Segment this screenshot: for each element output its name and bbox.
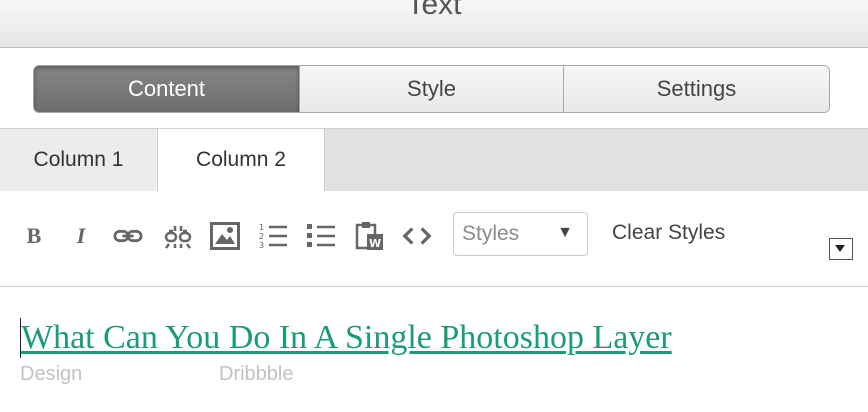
svg-text:W: W [369,237,381,250]
chevron-down-icon [835,245,845,252]
source-code-icon [402,227,432,245]
headline-link[interactable]: What Can You Do In A Single Photoshop La… [21,319,672,357]
segment-style[interactable]: Style [300,66,564,112]
italic-icon: I [76,223,86,248]
editor-content[interactable]: What Can You Do In A Single Photoshop La… [0,287,868,412]
bold-button[interactable]: B [19,221,49,251]
toolbar-collapse-dropdown[interactable] [829,238,853,260]
window-titlebar: Text [0,0,868,48]
meta-source: Dribbble [219,363,294,385]
link-icon [113,229,143,243]
image-button[interactable] [210,221,240,251]
clear-styles-button[interactable]: Clear Styles [612,221,725,245]
tab-column-1[interactable]: Column 1 [0,129,158,191]
svg-text:2: 2 [259,232,264,241]
unlink-icon [164,226,192,249]
styles-select-value: Styles [462,222,520,245]
unordered-list-button[interactable] [306,221,336,251]
paste-from-word-icon: W [355,222,383,250]
bold-icon: B [26,223,42,248]
meta-category: Design [20,363,83,385]
link-button[interactable] [113,221,143,251]
column-tabs: Column 1 Column 2 [0,128,868,192]
styles-select[interactable]: Styles ▼ [453,212,588,256]
segment-bar: Content Style Settings [0,48,868,128]
segment-settings[interactable]: Settings [564,66,829,112]
paste-from-word-button[interactable]: W [355,221,385,251]
image-icon [210,222,240,250]
window-title: Text [406,0,462,21]
unlink-button[interactable] [163,221,193,251]
segmented-control: Content Style Settings [33,65,830,113]
ordered-list-button[interactable]: 1 2 3 [258,221,288,251]
svg-text:1: 1 [259,223,264,232]
dropdown-arrow-icon: ▼ [557,224,573,241]
italic-button[interactable]: I [66,221,96,251]
ordered-list-icon: 1 2 3 [259,223,287,250]
unordered-list-icon [307,224,335,247]
svg-text:3: 3 [259,241,264,250]
tab-column-2[interactable]: Column 2 [158,129,325,192]
source-code-button[interactable] [402,221,432,251]
segment-content[interactable]: Content [34,66,300,112]
editor-toolbar: B I 1 2 3 W Styles ▼ Clear Styles [0,191,868,287]
